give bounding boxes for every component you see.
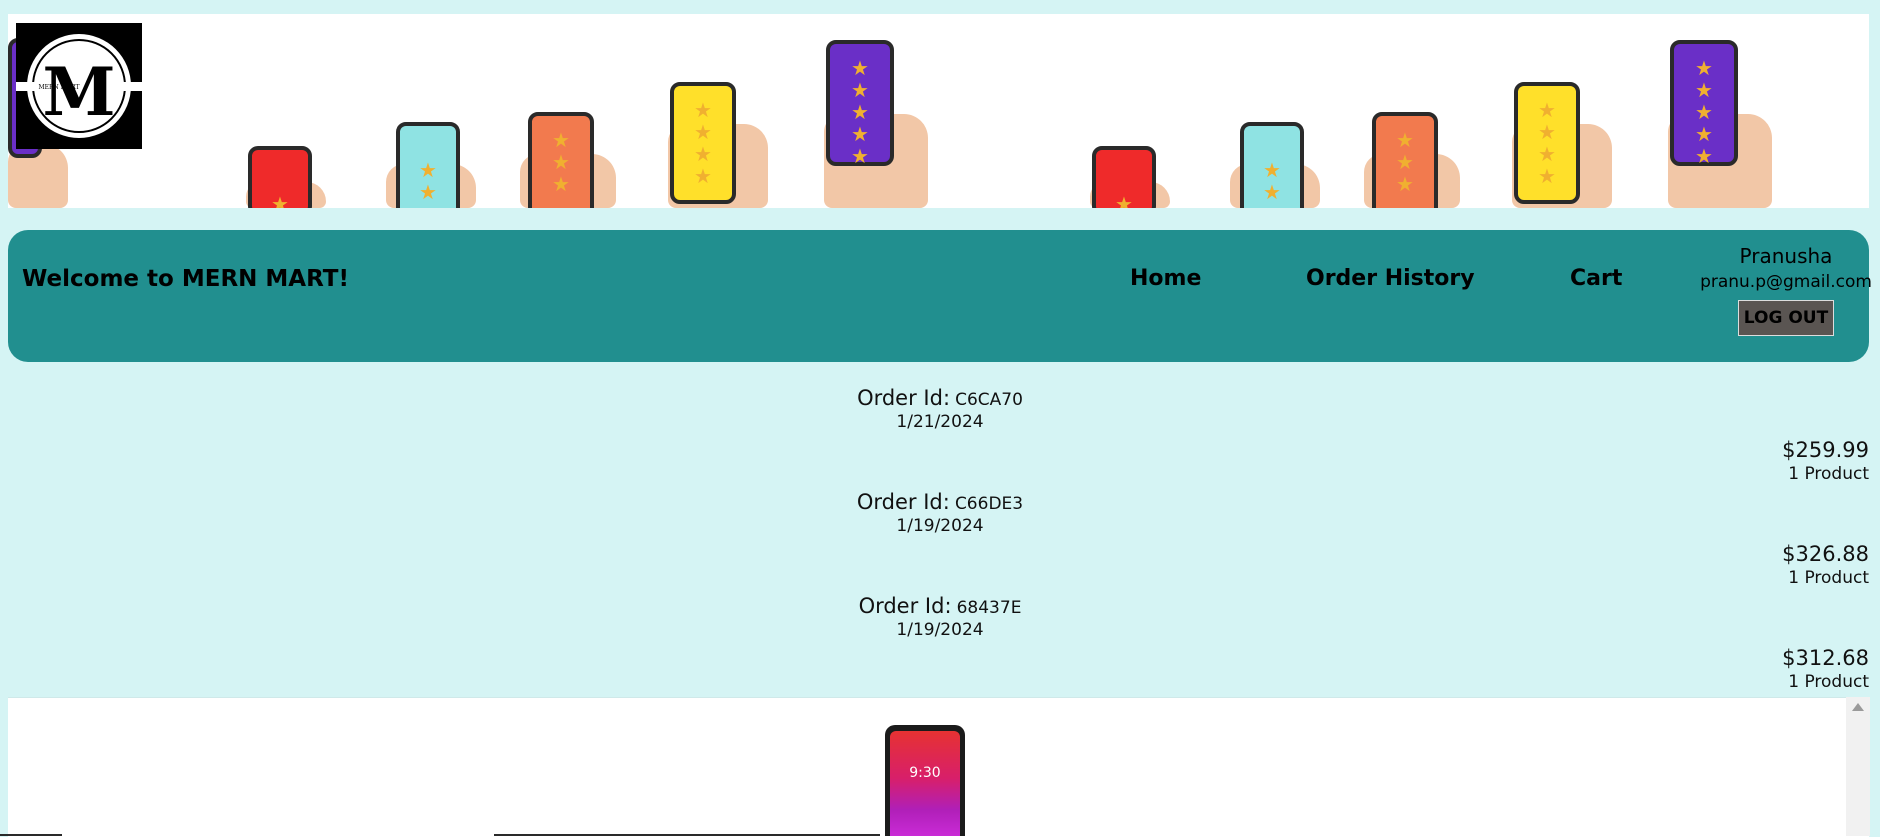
product-screen: 9:30 [890, 731, 960, 836]
star-icon: ★ [1396, 172, 1414, 196]
star-icon: ★ [851, 144, 869, 168]
nav-link-cart[interactable]: Cart [1570, 266, 1622, 291]
order-id: 68437E [956, 598, 1022, 618]
navbar: Welcome to MERN MART! Home Order History… [8, 230, 1872, 362]
order-date: 1/19/2024 [896, 620, 984, 640]
star-icon: ★ [271, 192, 289, 208]
star-icon: ★ [419, 158, 437, 182]
star-icon: ★ [1695, 56, 1713, 80]
order-id: C66DE3 [954, 494, 1024, 514]
star-icon: ★ [419, 180, 437, 204]
scrollbar[interactable] [1846, 697, 1870, 836]
order-row[interactable]: Order Id: C6CA70 1/21/2024 $259.99 1 Pro… [0, 386, 1880, 490]
order-id-label: Order Id: [856, 490, 950, 514]
order-total: $312.68 [1782, 646, 1869, 670]
star-icon: ★ [1396, 128, 1414, 152]
phone-image: ★ ★ ★ ★ ★ [826, 40, 894, 166]
welcome-title: Welcome to MERN MART! [22, 266, 349, 292]
star-icon: ★ [1695, 122, 1713, 146]
star-icon: ★ [851, 78, 869, 102]
star-icon: ★ [694, 164, 712, 188]
order-id-label: Order Id: [857, 386, 951, 410]
hero-banner: M MERN MART ★ ★ ★ ★ ★ ★ ★ ★ ★ ★ ★ ★ ★ ★ … [8, 14, 1869, 208]
order-total: $259.99 [1782, 438, 1869, 462]
logo-emblem-icon: M MERN MART [16, 23, 142, 149]
logo-text: MERN MART [38, 84, 79, 91]
star-icon: ★ [694, 120, 712, 144]
order-total: $326.88 [1782, 542, 1869, 566]
order-id-label: Order Id: [858, 594, 952, 618]
star-icon: ★ [694, 98, 712, 122]
star-icon: ★ [1538, 120, 1556, 144]
star-icon: ★ [851, 56, 869, 80]
order-id: C6CA70 [955, 390, 1023, 410]
phone-image: ★ ★ [396, 122, 460, 208]
order-row[interactable]: Order Id: 68437E 1/19/2024 $312.68 1 Pro… [0, 594, 1880, 698]
phone-image: ★ [1092, 146, 1156, 208]
star-icon: ★ [1695, 100, 1713, 124]
phone-image: ★ ★ ★ [528, 112, 594, 208]
star-icon: ★ [1396, 150, 1414, 174]
logout-button[interactable]: LOG OUT [1738, 300, 1834, 336]
product-screen-time: 9:30 [909, 765, 941, 781]
star-icon: ★ [694, 142, 712, 166]
phone-image: ★ ★ ★ ★ ★ [1670, 40, 1738, 166]
nav-link-order-history[interactable]: Order History [1306, 266, 1475, 291]
star-icon: ★ [1115, 192, 1133, 208]
user-info: Pranusha pranu.p@gmail.com LOG OUT [1696, 244, 1876, 336]
phone-image: ★ ★ ★ ★ [1514, 82, 1580, 204]
star-icon: ★ [552, 172, 570, 196]
phone-image: ★ [248, 146, 312, 208]
star-icon: ★ [1695, 144, 1713, 168]
star-icon: ★ [1538, 164, 1556, 188]
order-row[interactable]: Order Id: C66DE3 1/19/2024 $326.88 1 Pro… [0, 490, 1880, 594]
logo[interactable]: M MERN MART [16, 23, 142, 149]
star-icon: ★ [552, 150, 570, 174]
star-icon: ★ [1695, 78, 1713, 102]
order-date: 1/19/2024 [896, 516, 984, 536]
phone-image: ★ ★ ★ [1372, 112, 1438, 208]
phone-image: ★ ★ [1240, 122, 1304, 208]
order-date: 1/21/2024 [896, 412, 984, 432]
star-icon: ★ [1263, 158, 1281, 182]
order-product-count: 1 Product [1788, 464, 1869, 484]
star-icon: ★ [1538, 98, 1556, 122]
phone-image: ★ ★ ★ ★ [670, 82, 736, 204]
star-icon: ★ [1263, 180, 1281, 204]
user-name: Pranusha [1739, 244, 1833, 268]
nav-link-home[interactable]: Home [1130, 266, 1201, 291]
product-image[interactable]: 9:30 [885, 725, 965, 836]
order-product-count: 1 Product [1788, 672, 1869, 692]
star-icon: ★ [851, 122, 869, 146]
star-icon: ★ [851, 100, 869, 124]
star-icon: ★ [1538, 142, 1556, 166]
scroll-up-icon[interactable] [1852, 703, 1864, 711]
order-product-count: 1 Product [1788, 568, 1869, 588]
star-icon: ★ [552, 128, 570, 152]
user-email: pranu.p@gmail.com [1700, 272, 1872, 292]
logo-letter: M [42, 53, 115, 131]
